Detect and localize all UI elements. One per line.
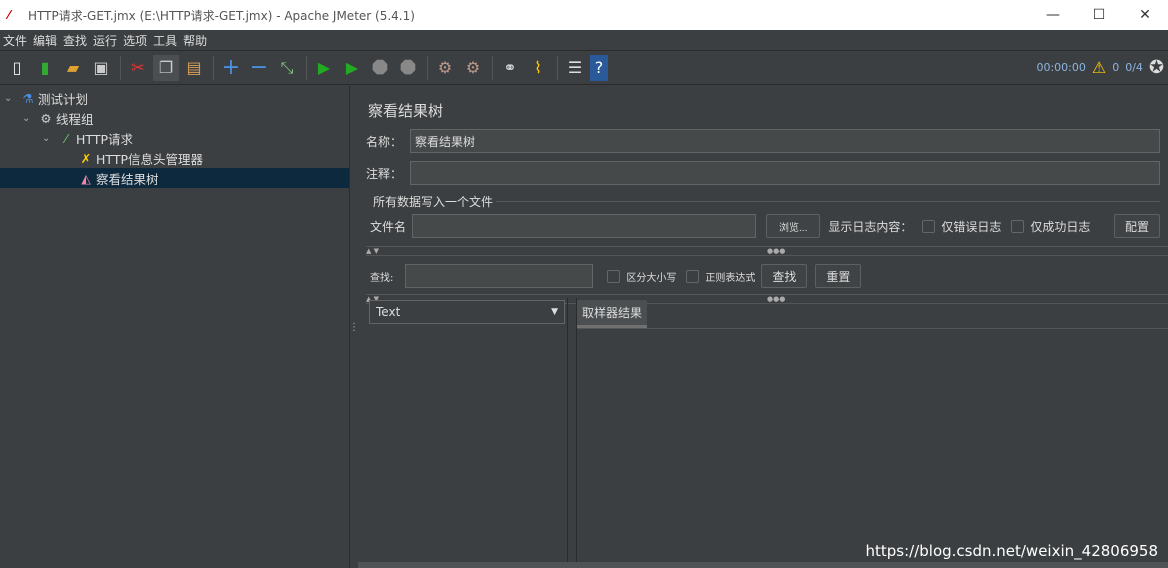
menu-search[interactable]: 查找: [60, 32, 90, 49]
collapse-divider[interactable]: ▲ ▼ ●●●: [366, 246, 1168, 256]
menu-tools[interactable]: 工具: [150, 32, 180, 49]
function-helper-icon[interactable]: ☰: [562, 55, 588, 81]
close-button[interactable]: ✕: [1122, 7, 1168, 23]
stop-icon[interactable]: ⯃: [367, 55, 393, 81]
elapsed-timer: 00:00:00: [1036, 61, 1086, 74]
minimize-button[interactable]: —: [1030, 7, 1076, 23]
shutdown-icon[interactable]: ⯃: [395, 55, 421, 81]
horizontal-scrollbar[interactable]: [358, 562, 1168, 568]
flask-icon: ⚗: [22, 90, 34, 106]
tools-icon: ✗: [80, 150, 92, 166]
reset-search-broom-icon[interactable]: ⌇: [525, 55, 551, 81]
window-title: HTTP请求-GET.jmx (E:\HTTP请求-GET.jmx) - Apa…: [28, 8, 415, 23]
status-area: 00:00:00 ⚠ 0 0/4 ✪: [1036, 57, 1168, 78]
errors-only-checkbox[interactable]: 仅错误日志: [922, 218, 1001, 235]
renderer-select[interactable]: Text ▼: [369, 300, 565, 324]
maximize-button[interactable]: ☐: [1076, 7, 1122, 23]
search-input[interactable]: [405, 264, 594, 288]
comment-label: 注释：: [366, 166, 403, 181]
pipette-icon: ⁄: [64, 130, 68, 146]
toggle-icon[interactable]: ⤡: [274, 55, 300, 81]
view-results-tree-panel: 察看结果树 名称： 注释： 所有数据写入一个文件 文件名 浏览... 显示日志内…: [358, 86, 1168, 568]
clear-icon[interactable]: ⚙: [432, 55, 458, 81]
log-content-label: 显示日志内容：: [828, 219, 913, 234]
configure-button[interactable]: 配置: [1113, 214, 1160, 238]
paste-icon[interactable]: ▤: [181, 55, 207, 81]
start-icon[interactable]: ▶: [311, 55, 337, 81]
save-icon[interactable]: ▣: [88, 55, 114, 81]
templates-icon[interactable]: ▮: [32, 55, 58, 81]
browse-button[interactable]: 浏览...: [766, 214, 821, 238]
menu-run[interactable]: 运行: [90, 32, 120, 49]
open-icon[interactable]: ▰: [60, 55, 86, 81]
tree-item-test-plan[interactable]: ⌄ ⚗ 测试计划: [0, 88, 349, 108]
tree-item-view-results-tree[interactable]: ◭ 察看结果树: [0, 168, 349, 188]
search-binoculars-icon[interactable]: ⚭: [497, 55, 523, 81]
tree-item-http-request[interactable]: ⌄ ⁄ HTTP请求: [0, 128, 349, 148]
split-handle[interactable]: ⋮: [349, 86, 359, 568]
warning-icon[interactable]: ⚠: [1092, 58, 1106, 77]
reset-button[interactable]: 重置: [815, 264, 862, 288]
thread-count: 0/4: [1125, 61, 1143, 74]
file-group: 所有数据写入一个文件 文件名 浏览... 显示日志内容： 仅错误日志 仅成功日志…: [370, 193, 1160, 242]
collapse-icon[interactable]: −: [246, 55, 272, 81]
success-only-checkbox[interactable]: 仅成功日志: [1011, 218, 1090, 235]
search-label: 查找:: [370, 272, 394, 284]
name-label: 名称：: [366, 134, 403, 149]
case-sensitive-checkbox[interactable]: 区分大小写: [607, 269, 676, 284]
copy-icon[interactable]: ❐: [153, 54, 179, 81]
new-icon[interactable]: ▯: [4, 55, 30, 81]
test-plan-tree: ⌄ ⚗ 测试计划 ⌄ ⚙ 线程组 ⌄ ⁄ HTTP请求 ✗ HTTP信息头管理器 ◭ 察看结果树: [0, 86, 350, 568]
menu-file[interactable]: 文件: [0, 32, 30, 49]
filename-field[interactable]: [412, 214, 757, 238]
chart-icon: ◭: [81, 170, 91, 186]
chevron-down-icon[interactable]: ⌄: [22, 113, 36, 124]
clear-all-icon[interactable]: ⚙: [460, 55, 486, 81]
name-field[interactable]: [410, 129, 1160, 153]
comment-field[interactable]: [410, 161, 1160, 185]
chevron-down-icon[interactable]: ⌄: [4, 93, 18, 104]
filename-label: 文件名: [370, 219, 407, 234]
tree-item-thread-group[interactable]: ⌄ ⚙ 线程组: [0, 108, 349, 128]
remote-icon: ✪: [1148, 57, 1164, 78]
cut-icon[interactable]: ✂: [125, 55, 151, 81]
tab-sampler-result[interactable]: 取样器结果: [577, 300, 648, 328]
find-button[interactable]: 查找: [761, 264, 808, 288]
menu-edit[interactable]: 编辑: [30, 32, 60, 49]
watermark: https://blog.csdn.net/weixin_42806958: [865, 542, 1158, 560]
page-title: 察看结果树: [368, 102, 444, 120]
tree-item-header-manager[interactable]: ✗ HTTP信息头管理器: [0, 148, 349, 168]
chevron-down-icon[interactable]: ⌄: [42, 133, 56, 144]
menu-bar: 文件 编辑 查找 运行 选项 工具 帮助: [0, 30, 1168, 51]
menu-help[interactable]: 帮助: [180, 32, 210, 49]
expand-icon[interactable]: +: [218, 55, 244, 81]
warning-count: 0: [1112, 61, 1120, 74]
menu-options[interactable]: 选项: [120, 32, 150, 49]
regex-checkbox[interactable]: 正则表达式: [686, 269, 755, 284]
start-no-pauses-icon[interactable]: ▶: [339, 55, 365, 81]
title-bar: ⁄ HTTP请求-GET.jmx (E:\HTTP请求-GET.jmx) - A…: [0, 0, 1168, 30]
help-icon[interactable]: ?: [590, 54, 608, 81]
dropdown-arrow-icon: ▼: [551, 307, 558, 317]
toolbar: ▯ ▮ ▰ ▣ ✂ ❐ ▤ + − ⤡ ▶ ▶ ⯃ ⯃ ⚙ ⚙ ⚭ ⌇ ☰ ? …: [0, 51, 1168, 85]
jmeter-feather-icon: ⁄: [8, 8, 11, 22]
gear-icon: ⚙: [40, 110, 52, 126]
